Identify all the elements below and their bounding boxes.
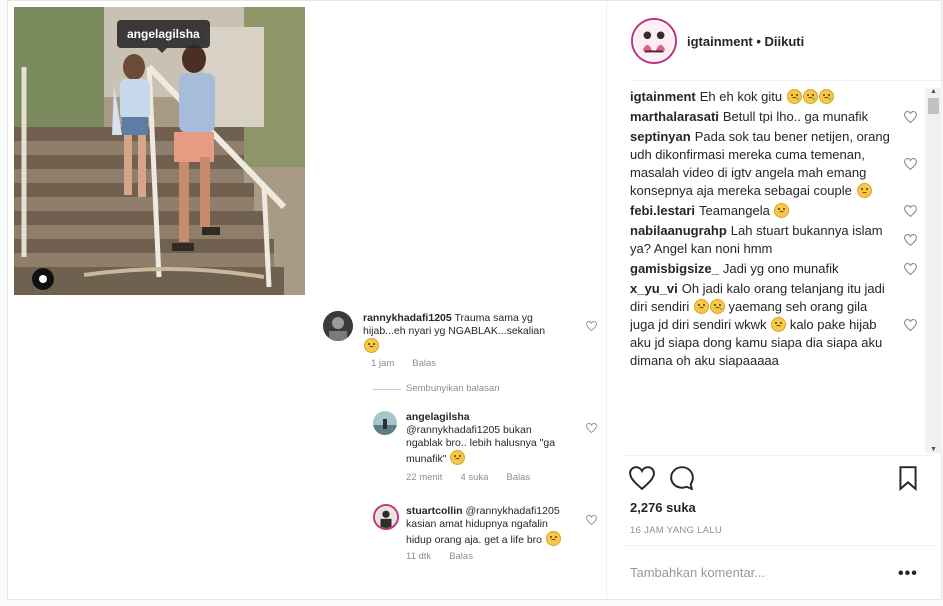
- comment-text: Eh eh kok gitu: [699, 89, 783, 104]
- account-username[interactable]: igtainment: [687, 34, 753, 49]
- account-avatar[interactable]: [631, 18, 677, 64]
- comment-username[interactable]: igtainment: [630, 89, 696, 104]
- comment-item: marthalarasati Betull tpi lho.. ga munafi…: [630, 108, 917, 126]
- embedded-comment-meta: 22 menit 4 suka Balas: [406, 472, 530, 483]
- more-options-icon[interactable]: •••: [898, 565, 918, 583]
- header-divider: [631, 80, 943, 81]
- embedded-comment-time: 1 jam: [371, 358, 395, 369]
- photo-user-tag[interactable]: angelagilsha: [117, 20, 210, 53]
- crying-emoji-icon: [818, 89, 834, 104]
- comment-text: Teamangela: [699, 203, 770, 218]
- actions-divider: [622, 455, 934, 456]
- embedded-comment-text: @rannykhadafi1205 bukan: [406, 424, 532, 436]
- embedded-comment-meta: 11 dtk Balas: [406, 551, 473, 562]
- heart-icon[interactable]: [904, 319, 917, 331]
- embedded-reply-link: Balas: [449, 551, 473, 562]
- heart-icon[interactable]: [904, 158, 917, 170]
- comment-item: x_yu_vi Oh jadi kalo orang telanjang itu …: [630, 280, 917, 370]
- comment-item: igtainment Eh eh kok gitu: [630, 88, 917, 106]
- add-comment-divider: [622, 545, 934, 546]
- comment-text: Betull tpi lho.. ga munafik: [722, 109, 869, 124]
- comment-item: febi.lestari Teamangela: [630, 202, 917, 220]
- heart-icon: [586, 321, 597, 331]
- embedded-comment-meta: 1 jam Balas: [371, 358, 436, 369]
- heart-icon[interactable]: [904, 263, 917, 275]
- embedded-comment-text: ngablak bro.. lebih halusnya "ga: [406, 437, 556, 449]
- crying-emoji-icon: [709, 299, 725, 314]
- replies-divider: [373, 389, 401, 390]
- comment-username[interactable]: gamisbigsize_: [630, 261, 719, 276]
- post-timestamp[interactable]: 16 JAM YANG LALU: [630, 525, 722, 536]
- comment-username[interactable]: septinyan: [630, 129, 691, 144]
- commenter-avatar: [373, 504, 399, 530]
- embedded-reply-link: Balas: [412, 358, 436, 369]
- embedded-comment-time: 22 menit: [406, 472, 443, 483]
- comment-text: Jadi yg ono munafik: [722, 261, 839, 276]
- comment-item: gamisbigsize_ Jadi yg ono munafik: [630, 260, 917, 278]
- hide-replies-link: Sembunyikan balasan: [406, 383, 500, 394]
- comment-item: septinyan Pada sok tau bener netijen, ora…: [630, 128, 917, 200]
- crying-emoji-icon: [786, 89, 802, 104]
- embedded-reply-link: Balas: [506, 472, 531, 483]
- comment-username[interactable]: nabilaanugrahp: [630, 223, 727, 238]
- embedded-comment-text: hidup orang aja. get a life bro: [406, 534, 543, 546]
- comments-scrollbar[interactable]: ▲ ▼: [925, 88, 942, 453]
- comment-bubble-icon[interactable]: [669, 465, 695, 491]
- comment-username[interactable]: marthalarasati: [630, 109, 719, 124]
- user-tag-icon[interactable]: [32, 268, 54, 290]
- heart-icon[interactable]: [904, 234, 917, 246]
- commenter-avatar: [323, 311, 353, 341]
- embedded-comment-likes: 4 suka: [460, 472, 489, 483]
- embedded-comment-text: hijab...eh nyari yg NGABLAK...sekalian: [363, 325, 546, 337]
- add-comment-input[interactable]: Tambahkan komentar...: [630, 565, 765, 580]
- header-separator: •: [752, 33, 765, 49]
- wink-emoji-icon: [450, 450, 466, 465]
- embedded-comment-2: angelagilsha @rannykhadafi1205 bukan nga…: [406, 411, 576, 466]
- smile-emoji-icon: [774, 203, 790, 218]
- crying-emoji-icon: [802, 89, 818, 104]
- embedded-comment-3: stuartcollin @rannykhadafi1205 kasian am…: [406, 505, 586, 547]
- embedded-comment-mention: @rannykhadafi1205: [465, 505, 560, 517]
- grin-emoji-icon: [364, 338, 379, 353]
- scroll-up-arrow-icon[interactable]: ▲: [925, 88, 942, 98]
- scroll-thumb[interactable]: [928, 98, 939, 114]
- account-logo-icon: [635, 22, 673, 60]
- embedded-comment-user: rannykhadafi1205: [363, 312, 452, 324]
- comment-item: nabilaanugrahp Lah stuart bukannya islam …: [630, 222, 917, 258]
- embedded-comment-user: angelagilsha: [406, 411, 470, 423]
- comment-username[interactable]: febi.lestari: [630, 203, 695, 218]
- save-bookmark-icon[interactable]: [895, 465, 921, 491]
- laughing-emoji-icon: [693, 299, 709, 314]
- embedded-comment-text: munafik": [406, 453, 447, 465]
- post-header: igtainment • Diikuti: [607, 1, 943, 81]
- like-heart-icon[interactable]: [629, 465, 655, 491]
- post-photo[interactable]: angelagilsha: [14, 7, 305, 295]
- disappointed-emoji-icon: [856, 183, 872, 198]
- heart-icon[interactable]: [904, 205, 917, 217]
- follow-status-button[interactable]: Diikuti: [765, 34, 805, 49]
- embedded-comments-screenshot: rannykhadafi1205 Trauma sama yg hijab...…: [318, 301, 597, 571]
- post-media: angelagilsha rannykhadafi1205 Trauma sam…: [8, 1, 606, 599]
- wink-emoji-icon: [545, 531, 561, 546]
- embedded-comment-text: Trauma sama yg: [454, 312, 533, 324]
- heart-icon: [586, 515, 597, 525]
- embedded-comment-time: 11 dtk: [406, 551, 432, 562]
- heart-icon[interactable]: [904, 111, 917, 123]
- comments-list: igtainment Eh eh kok gitu marthalarasati B…: [630, 88, 917, 453]
- like-count[interactable]: 2,276 suka: [630, 500, 696, 515]
- embedded-comment-user: stuartcollin: [406, 505, 463, 517]
- scroll-down-arrow-icon[interactable]: ▼: [925, 443, 942, 453]
- embedded-comment-text: kasian amat hidupnya ngafalin: [406, 518, 548, 530]
- embedded-comment-1: rannykhadafi1205 Trauma sama yg hijab...…: [363, 312, 578, 354]
- heart-icon: [586, 423, 597, 433]
- comment-username[interactable]: x_yu_vi: [630, 281, 678, 296]
- laughing-emoji-icon: [771, 317, 787, 332]
- commenter-avatar: [373, 411, 397, 435]
